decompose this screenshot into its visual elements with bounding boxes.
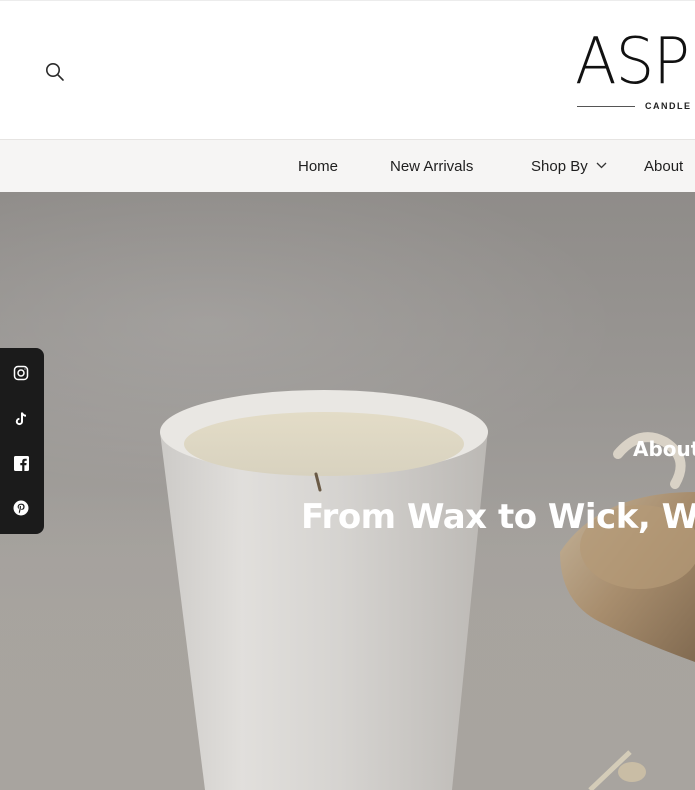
pinterest-icon bbox=[13, 500, 29, 516]
facebook-link[interactable] bbox=[10, 452, 32, 474]
nav-link-home[interactable]: Home bbox=[298, 158, 338, 175]
search-button[interactable] bbox=[40, 57, 70, 87]
hero-heading: From Wax to Wick, We C bbox=[301, 497, 695, 537]
facebook-icon bbox=[13, 455, 29, 471]
hero-candle-image bbox=[160, 390, 695, 790]
search-icon bbox=[46, 63, 64, 81]
nav-link-shop-by[interactable]: Shop By bbox=[531, 158, 607, 175]
chevron-down-icon bbox=[596, 162, 607, 169]
main-navigation: Home New Arrivals Shop By About bbox=[0, 139, 695, 192]
nav-link-about[interactable]: About bbox=[644, 158, 683, 175]
pinterest-link[interactable] bbox=[10, 497, 32, 519]
hero-banner: About From Wax to Wick, We C bbox=[0, 192, 695, 790]
logo-rule bbox=[577, 106, 635, 107]
nav-link-new-arrivals[interactable]: New Arrivals bbox=[390, 158, 473, 175]
site-header: ASP CANDLE bbox=[0, 0, 695, 139]
tiktok-icon bbox=[15, 412, 27, 426]
tiktok-link[interactable] bbox=[10, 408, 32, 430]
instagram-icon bbox=[13, 365, 29, 381]
logo-wordmark: ASP bbox=[575, 27, 690, 99]
nav-link-shop-by-label: Shop By bbox=[531, 158, 588, 175]
logo-subtitle: CANDLE bbox=[645, 101, 692, 111]
brand-logo[interactable]: ASP CANDLE bbox=[575, 27, 695, 117]
instagram-link[interactable] bbox=[10, 362, 32, 384]
social-sidebar bbox=[0, 348, 44, 534]
hero-kicker: About bbox=[633, 437, 695, 461]
